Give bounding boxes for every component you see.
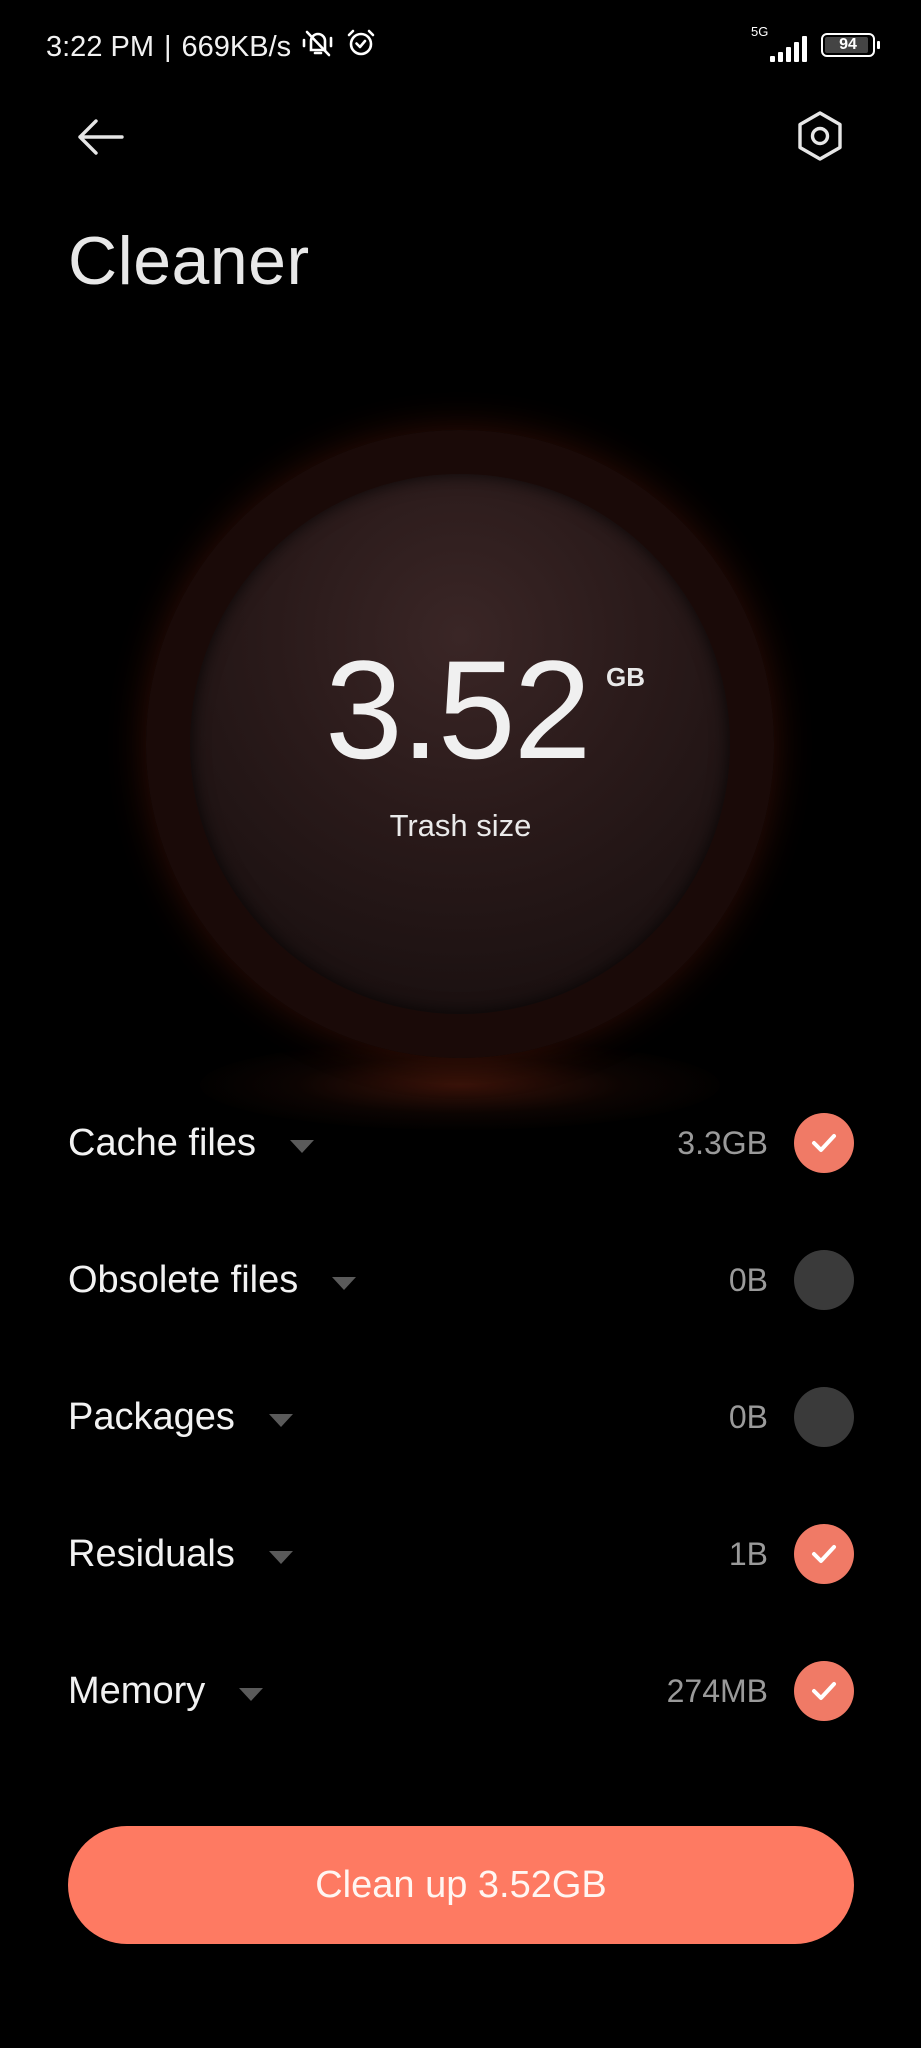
caret-down-icon[interactable]: [239, 1687, 264, 1701]
category-row-obsolete-files[interactable]: Obsolete files 0B: [68, 1240, 854, 1320]
checkmark-icon: [812, 1545, 836, 1563]
status-bar: 3:22 PM | 669KB/s 5G 94: [46, 22, 880, 66]
category-size: 1B: [728, 1535, 768, 1572]
caret-down-icon[interactable]: [332, 1276, 357, 1290]
status-separator: |: [164, 30, 172, 63]
trash-size-unit: GB: [606, 662, 645, 692]
bell-muted-icon: [301, 28, 335, 66]
category-label: Obsolete files: [68, 1258, 299, 1301]
checkbox-checked[interactable]: [794, 1661, 854, 1721]
checkbox-unchecked[interactable]: [794, 1387, 854, 1447]
page-title: Cleaner: [68, 223, 310, 299]
category-size: 0B: [728, 1398, 768, 1435]
status-left: 3:22 PM | 669KB/s: [46, 28, 377, 66]
category-label: Residuals: [68, 1532, 235, 1575]
category-row-memory[interactable]: Memory 274MB: [68, 1651, 854, 1731]
category-label: Memory: [68, 1669, 206, 1712]
alarm-icon: [345, 28, 377, 66]
category-row-residuals[interactable]: Residuals 1B: [68, 1514, 854, 1594]
network-type: 5G: [751, 24, 769, 39]
category-row-cache-files[interactable]: Cache files 3.3GB: [68, 1103, 854, 1183]
trash-size-value: 3.52: [325, 631, 591, 788]
category-size: 3.3GB: [677, 1124, 768, 1161]
battery-level: 94: [839, 36, 857, 53]
back-button[interactable]: [72, 112, 128, 162]
status-right: 5G 94: [751, 24, 880, 62]
checkbox-checked[interactable]: [794, 1524, 854, 1584]
category-row-packages[interactable]: Packages 0B: [68, 1377, 854, 1457]
caret-down-icon[interactable]: [268, 1413, 293, 1427]
settings-button[interactable]: [792, 108, 848, 164]
network-speed: 669KB/s: [181, 30, 292, 63]
trash-size-label: Trash size: [389, 808, 532, 843]
caret-down-icon[interactable]: [289, 1139, 314, 1153]
checkmark-icon: [812, 1682, 836, 1700]
signal-5g-icon: 5G: [751, 24, 807, 62]
category-size: 0B: [728, 1261, 768, 1298]
arrow-left-icon: [78, 119, 124, 155]
battery-icon: 94: [821, 33, 880, 57]
category-label: Cache files: [68, 1121, 256, 1164]
checkbox-checked[interactable]: [794, 1113, 854, 1173]
category-size: 274MB: [666, 1672, 768, 1709]
checkbox-unchecked[interactable]: [794, 1250, 854, 1310]
checkmark-icon: [812, 1134, 836, 1152]
caret-down-icon[interactable]: [268, 1550, 293, 1564]
status-time: 3:22 PM: [46, 30, 154, 63]
signal-bars: [770, 36, 807, 62]
clean-up-button[interactable]: Clean up 3.52GB: [68, 1826, 854, 1944]
category-label: Packages: [68, 1395, 235, 1438]
settings-hexagon-icon: [798, 111, 842, 161]
